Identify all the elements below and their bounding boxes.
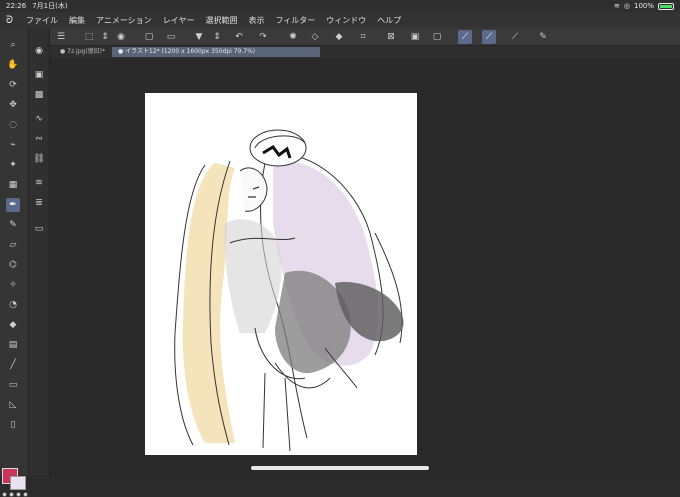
select-invert-icon[interactable]: ▣ — [408, 30, 422, 44]
pen-ruler-icon[interactable]: ⟋ — [508, 30, 522, 44]
undo-icon[interactable]: ↶ — [232, 30, 246, 44]
move-icon[interactable]: ✥ — [6, 98, 20, 112]
layer-stack2-icon[interactable]: ≣ — [32, 196, 46, 210]
home-indicator[interactable] — [251, 466, 429, 470]
sub-color-swatch[interactable] — [10, 476, 26, 490]
menu-file[interactable]: ファイル — [26, 15, 58, 26]
canvas-tabs: ● 7z.jpg(復旧)* ● イラスト12* (1200 x 1600px 3… — [50, 46, 680, 58]
gradient-icon[interactable]: ▤ — [6, 338, 20, 352]
status-right: ≋ ◎ 100% — [614, 2, 674, 10]
blur-icon[interactable]: ◔ — [6, 298, 20, 312]
menu-view[interactable]: 表示 — [248, 15, 264, 26]
magnifier-icon[interactable]: ⌕ — [6, 38, 20, 52]
menu-icon[interactable]: ☰ — [54, 30, 68, 44]
eyedropper-icon[interactable]: ⌁ — [6, 138, 20, 152]
shape-icon[interactable]: ▩ — [32, 88, 46, 102]
wand-icon[interactable]: ✦ — [6, 158, 20, 172]
sub-tool-bar: ◉ ▣ ▩ ∿ ∾ ⛓ ≋ ≣ ▭ — [29, 28, 50, 475]
camera-icon[interactable]: ▭ — [32, 222, 46, 236]
eraser-icon[interactable]: ▱ — [6, 238, 20, 252]
rotate-icon[interactable]: ⟳ — [6, 78, 20, 92]
select-border-icon[interactable]: ▢ — [430, 30, 444, 44]
menu-help[interactable]: ヘルプ — [377, 15, 401, 26]
clip-studio-logo-icon[interactable]: ᘐ — [6, 15, 18, 26]
menu-selection[interactable]: 選択範囲 — [205, 15, 237, 26]
clear-icon[interactable]: ◇ — [308, 30, 322, 44]
add-curve-icon[interactable]: ∾ — [32, 132, 46, 146]
pen-stabilize-icon[interactable]: ⟋ — [458, 30, 472, 44]
menu-window[interactable]: ウィンドウ — [326, 15, 366, 26]
pen-taper-icon[interactable]: ⟋ — [482, 30, 496, 44]
brush-size-icon[interactable]: ◉ — [32, 44, 46, 58]
lasso-icon[interactable]: ◌ — [6, 118, 20, 132]
layer-icon[interactable]: ▣ — [32, 68, 46, 82]
tab-7z-jpg[interactable]: ● 7z.jpg(復旧)* — [54, 47, 108, 57]
wifi-icon: ≋ — [614, 2, 620, 10]
airbrush-icon[interactable]: ⌬ — [6, 258, 20, 272]
stepper-icon[interactable]: ⇕ — [210, 30, 224, 44]
line-icon[interactable]: ╱ — [6, 358, 20, 372]
layer-stack-icon[interactable]: ≋ — [32, 176, 46, 190]
menu-layer[interactable]: レイヤー — [163, 15, 195, 26]
tab-illust12[interactable]: ● イラスト12* (1200 x 1600px 350dpi 79.7%) — [112, 47, 320, 57]
save-icon[interactable]: ▼ — [192, 30, 206, 44]
status-time: 22:26 — [6, 2, 27, 10]
ios-status-bar: 22:26 7月1日(木) ≋ ◎ 100% — [0, 0, 680, 12]
redo-icon[interactable]: ↷ — [256, 30, 270, 44]
frame-icon[interactable]: ▦ — [6, 178, 20, 192]
menu-animation[interactable]: アニメーション — [96, 15, 152, 26]
select-off-icon[interactable]: ⊠ — [384, 30, 398, 44]
status-date: 7月1日(木) — [32, 2, 68, 10]
text-icon[interactable]: ◺ — [6, 398, 20, 412]
new-file-icon[interactable]: ▢ — [142, 30, 156, 44]
fill-tool-icon[interactable]: ◆ — [6, 318, 20, 332]
open-folder-icon[interactable]: ▭ — [164, 30, 178, 44]
transform-icon[interactable]: ⬚ — [82, 30, 96, 44]
stepper-icon[interactable]: ⇕ — [98, 30, 112, 44]
rotation-lock-icon: ◎ — [623, 2, 630, 10]
menu-filter[interactable]: フィルター — [275, 15, 315, 26]
curve-icon[interactable]: ∿ — [32, 112, 46, 126]
chain-icon[interactable]: ⛓ — [32, 152, 46, 166]
ruler-icon[interactable]: ▭ — [6, 378, 20, 392]
menu-edit[interactable]: 編集 — [69, 15, 85, 26]
balloon-icon[interactable]: ▯ — [6, 418, 20, 432]
battery-icon — [658, 2, 674, 10]
command-bar: ☰ ⬚ ⇕ ◉ ▢ ▭ ▼ ⇕ ↶ ↷ ✺ ◇ ◆ ⌗ ⊠ ▣ ▢ ⟋ ⟋ ⟋ ✎ — [50, 28, 680, 46]
fill-icon[interactable]: ◆ — [332, 30, 346, 44]
menu-bar: ᘐ ファイル 編集 アニメーション レイヤー 選択範囲 表示 フィルター ウィン… — [0, 12, 680, 28]
spinner-icon[interactable]: ✺ — [286, 30, 300, 44]
drawing-canvas[interactable] — [145, 93, 417, 455]
vector-icon[interactable]: ✎ — [536, 30, 550, 44]
battery-percent: 100% — [633, 2, 654, 10]
hand-icon[interactable]: ✋ — [6, 58, 20, 72]
crop-icon[interactable]: ⌗ — [356, 30, 370, 44]
pencil-icon[interactable]: ✎ — [6, 218, 20, 232]
blend-icon[interactable]: ✧ — [6, 278, 20, 292]
color-mode-icons[interactable] — [2, 492, 28, 497]
eye-icon[interactable]: ◉ — [114, 30, 128, 44]
tool-bar: ▯ ◺ ▭ ╱ ▤ ◆ ◔ ✧ ⌬ ▱ ✎ ✒ ▦ ✦ ⌁ ◌ ✥ ⟳ ✋ ⌕ — [0, 28, 29, 497]
pen-icon[interactable]: ✒ — [6, 198, 20, 212]
sketch-illustration-icon — [174, 129, 404, 452]
